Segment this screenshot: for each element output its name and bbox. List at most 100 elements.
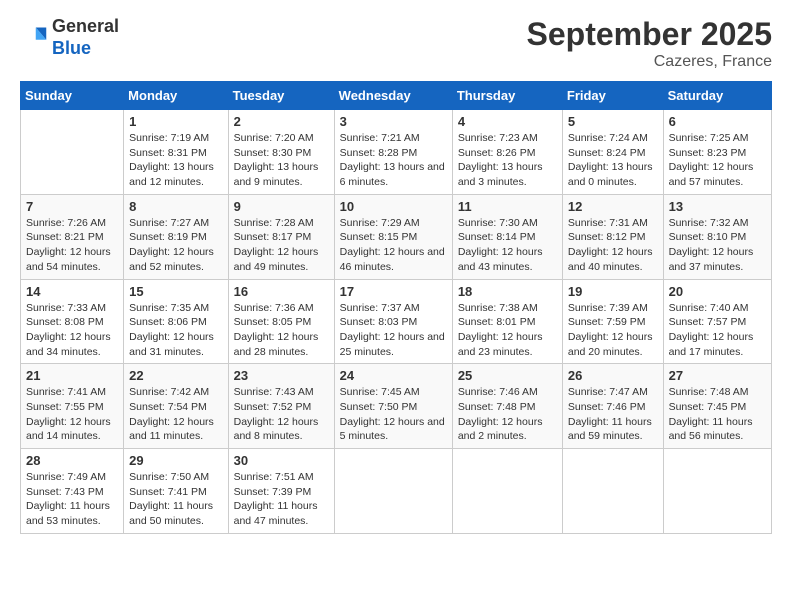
day-number: 23 [234,368,329,383]
day-info: Sunrise: 7:46 AMSunset: 7:48 PMDaylight:… [458,386,543,442]
day-info: Sunrise: 7:23 AMSunset: 8:26 PMDaylight:… [458,132,543,188]
day-number: 18 [458,284,557,299]
day-info: Sunrise: 7:39 AMSunset: 7:59 PMDaylight:… [568,302,653,358]
calendar-week-5: 28 Sunrise: 7:49 AMSunset: 7:43 PMDaylig… [21,449,772,534]
day-number: 24 [340,368,447,383]
day-number: 25 [458,368,557,383]
day-number: 15 [129,284,222,299]
day-info: Sunrise: 7:47 AMSunset: 7:46 PMDaylight:… [568,386,652,442]
title-block: September 2025 Cazeres, France [527,16,772,71]
calendar-cell [21,110,124,195]
calendar-cell: 13 Sunrise: 7:32 AMSunset: 8:10 PMDaylig… [663,194,771,279]
day-info: Sunrise: 7:33 AMSunset: 8:08 PMDaylight:… [26,302,111,358]
day-info: Sunrise: 7:24 AMSunset: 8:24 PMDaylight:… [568,132,653,188]
day-info: Sunrise: 7:45 AMSunset: 7:50 PMDaylight:… [340,386,445,442]
day-number: 16 [234,284,329,299]
day-info: Sunrise: 7:30 AMSunset: 8:14 PMDaylight:… [458,217,543,273]
day-info: Sunrise: 7:41 AMSunset: 7:55 PMDaylight:… [26,386,111,442]
calendar-cell: 2 Sunrise: 7:20 AMSunset: 8:30 PMDayligh… [228,110,334,195]
day-info: Sunrise: 7:35 AMSunset: 8:06 PMDaylight:… [129,302,214,358]
day-info: Sunrise: 7:42 AMSunset: 7:54 PMDaylight:… [129,386,214,442]
calendar-week-2: 7 Sunrise: 7:26 AMSunset: 8:21 PMDayligh… [21,194,772,279]
calendar-cell: 18 Sunrise: 7:38 AMSunset: 8:01 PMDaylig… [452,279,562,364]
day-info: Sunrise: 7:51 AMSunset: 7:39 PMDaylight:… [234,471,318,527]
day-number: 8 [129,199,222,214]
calendar-cell: 22 Sunrise: 7:42 AMSunset: 7:54 PMDaylig… [124,364,228,449]
logo: General Blue [20,16,119,59]
calendar-table: SundayMondayTuesdayWednesdayThursdayFrid… [20,81,772,534]
calendar-cell: 14 Sunrise: 7:33 AMSunset: 8:08 PMDaylig… [21,279,124,364]
logo-icon [20,24,48,52]
calendar-cell: 23 Sunrise: 7:43 AMSunset: 7:52 PMDaylig… [228,364,334,449]
day-number: 21 [26,368,118,383]
day-number: 13 [669,199,766,214]
day-number: 10 [340,199,447,214]
day-info: Sunrise: 7:40 AMSunset: 7:57 PMDaylight:… [669,302,754,358]
column-header-tuesday: Tuesday [228,82,334,110]
day-number: 22 [129,368,222,383]
column-header-wednesday: Wednesday [334,82,452,110]
day-number: 19 [568,284,658,299]
column-header-sunday: Sunday [21,82,124,110]
day-number: 7 [26,199,118,214]
day-number: 2 [234,114,329,129]
page-subtitle: Cazeres, France [527,53,772,71]
day-number: 9 [234,199,329,214]
day-info: Sunrise: 7:38 AMSunset: 8:01 PMDaylight:… [458,302,543,358]
calendar-cell: 3 Sunrise: 7:21 AMSunset: 8:28 PMDayligh… [334,110,452,195]
day-info: Sunrise: 7:49 AMSunset: 7:43 PMDaylight:… [26,471,110,527]
day-info: Sunrise: 7:29 AMSunset: 8:15 PMDaylight:… [340,217,445,273]
day-number: 11 [458,199,557,214]
column-header-thursday: Thursday [452,82,562,110]
calendar-cell: 24 Sunrise: 7:45 AMSunset: 7:50 PMDaylig… [334,364,452,449]
calendar-cell: 11 Sunrise: 7:30 AMSunset: 8:14 PMDaylig… [452,194,562,279]
day-info: Sunrise: 7:28 AMSunset: 8:17 PMDaylight:… [234,217,319,273]
calendar-cell: 9 Sunrise: 7:28 AMSunset: 8:17 PMDayligh… [228,194,334,279]
day-info: Sunrise: 7:37 AMSunset: 8:03 PMDaylight:… [340,302,445,358]
day-info: Sunrise: 7:27 AMSunset: 8:19 PMDaylight:… [129,217,214,273]
calendar-cell: 15 Sunrise: 7:35 AMSunset: 8:06 PMDaylig… [124,279,228,364]
calendar-cell [334,449,452,534]
calendar-cell: 27 Sunrise: 7:48 AMSunset: 7:45 PMDaylig… [663,364,771,449]
calendar-cell: 12 Sunrise: 7:31 AMSunset: 8:12 PMDaylig… [562,194,663,279]
calendar-cell: 21 Sunrise: 7:41 AMSunset: 7:55 PMDaylig… [21,364,124,449]
calendar-cell: 5 Sunrise: 7:24 AMSunset: 8:24 PMDayligh… [562,110,663,195]
calendar-header-row: SundayMondayTuesdayWednesdayThursdayFrid… [21,82,772,110]
day-number: 17 [340,284,447,299]
day-number: 3 [340,114,447,129]
day-info: Sunrise: 7:36 AMSunset: 8:05 PMDaylight:… [234,302,319,358]
day-number: 6 [669,114,766,129]
day-number: 5 [568,114,658,129]
calendar-cell: 8 Sunrise: 7:27 AMSunset: 8:19 PMDayligh… [124,194,228,279]
day-info: Sunrise: 7:50 AMSunset: 7:41 PMDaylight:… [129,471,213,527]
calendar-cell: 19 Sunrise: 7:39 AMSunset: 7:59 PMDaylig… [562,279,663,364]
calendar-cell: 10 Sunrise: 7:29 AMSunset: 8:15 PMDaylig… [334,194,452,279]
day-info: Sunrise: 7:32 AMSunset: 8:10 PMDaylight:… [669,217,754,273]
page-title: September 2025 [527,16,772,53]
calendar-cell: 16 Sunrise: 7:36 AMSunset: 8:05 PMDaylig… [228,279,334,364]
page-header: General Blue September 2025 Cazeres, Fra… [20,16,772,71]
column-header-monday: Monday [124,82,228,110]
calendar-cell: 17 Sunrise: 7:37 AMSunset: 8:03 PMDaylig… [334,279,452,364]
calendar-cell [663,449,771,534]
day-info: Sunrise: 7:25 AMSunset: 8:23 PMDaylight:… [669,132,754,188]
day-number: 26 [568,368,658,383]
calendar-week-1: 1 Sunrise: 7:19 AMSunset: 8:31 PMDayligh… [21,110,772,195]
calendar-cell: 4 Sunrise: 7:23 AMSunset: 8:26 PMDayligh… [452,110,562,195]
day-info: Sunrise: 7:21 AMSunset: 8:28 PMDaylight:… [340,132,445,188]
calendar-cell: 25 Sunrise: 7:46 AMSunset: 7:48 PMDaylig… [452,364,562,449]
day-number: 1 [129,114,222,129]
day-number: 30 [234,453,329,468]
calendar-cell [452,449,562,534]
day-info: Sunrise: 7:31 AMSunset: 8:12 PMDaylight:… [568,217,653,273]
day-number: 28 [26,453,118,468]
day-number: 14 [26,284,118,299]
calendar-cell: 29 Sunrise: 7:50 AMSunset: 7:41 PMDaylig… [124,449,228,534]
day-info: Sunrise: 7:20 AMSunset: 8:30 PMDaylight:… [234,132,319,188]
calendar-week-4: 21 Sunrise: 7:41 AMSunset: 7:55 PMDaylig… [21,364,772,449]
day-number: 20 [669,284,766,299]
calendar-cell: 26 Sunrise: 7:47 AMSunset: 7:46 PMDaylig… [562,364,663,449]
calendar-cell: 6 Sunrise: 7:25 AMSunset: 8:23 PMDayligh… [663,110,771,195]
column-header-saturday: Saturday [663,82,771,110]
day-number: 12 [568,199,658,214]
